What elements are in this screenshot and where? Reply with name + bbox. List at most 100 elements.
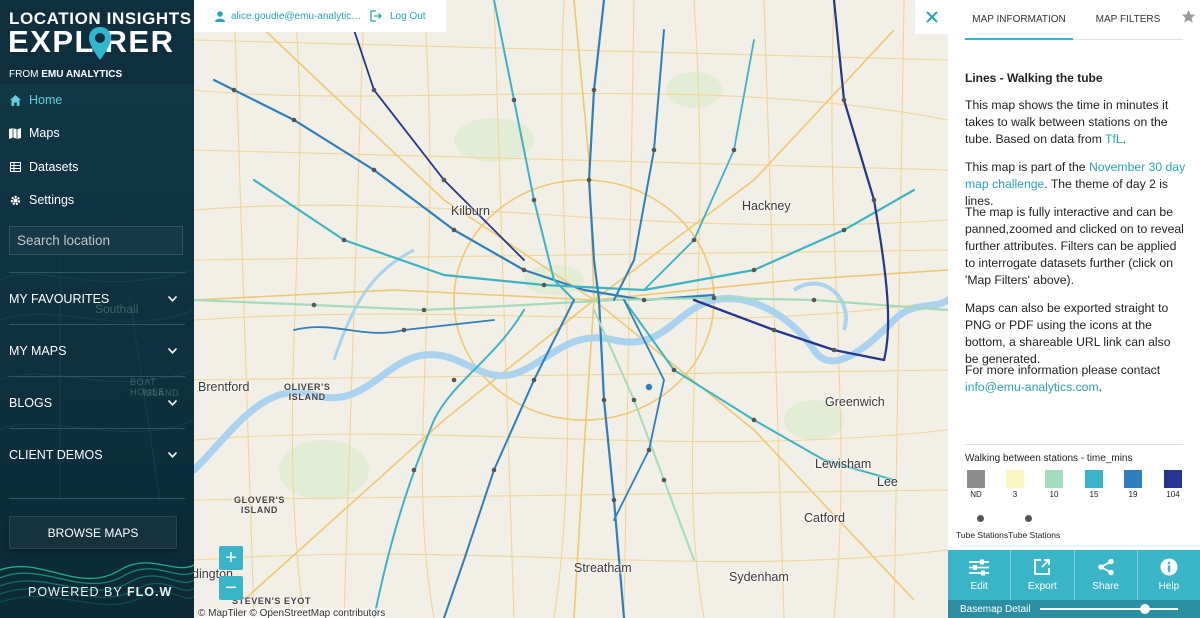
info-panel: MAP INFORMATION MAP FILTERS Lines - Walk… xyxy=(948,0,1200,618)
map-title: Lines - Walking the tube xyxy=(965,71,1103,85)
edit-label: Edit xyxy=(970,580,988,592)
legend-label: 15 xyxy=(1089,490,1099,499)
map-attribution[interactable]: © MapTiler © OpenStreetMap contributors xyxy=(198,608,386,618)
export-label: Export xyxy=(1027,581,1057,592)
tab-map-filters[interactable]: MAP FILTERS xyxy=(1073,0,1183,40)
zoom-out-button[interactable]: − xyxy=(219,576,243,600)
gear-icon xyxy=(9,194,21,206)
logout-icon xyxy=(370,10,382,22)
place-label: Streatham xyxy=(574,561,632,575)
place-label: Brentford xyxy=(198,380,250,394)
info-paragraph: This map shows the time in minutes it ta… xyxy=(965,98,1169,146)
place-label: Greenwich xyxy=(825,395,885,409)
info-icon xyxy=(1160,558,1178,576)
sliders-icon xyxy=(969,559,990,575)
nav-maps-label: Maps xyxy=(29,126,60,140)
legend-title: Walking between stations - time_mins xyxy=(965,453,1133,464)
tab-map-information[interactable]: MAP INFORMATION xyxy=(965,0,1073,40)
map-toolbar: Edit Export Share Help xyxy=(948,550,1200,600)
help-button[interactable]: Help xyxy=(1138,550,1200,600)
info-paragraph: The map is fully interactive and can be … xyxy=(965,205,1184,287)
search-location[interactable] xyxy=(9,226,194,255)
section-my-favourites[interactable]: MY FAVOURITES xyxy=(9,272,185,324)
user-bar: alice.goudie@emu-analytics.com Log Out xyxy=(194,0,446,32)
nav-datasets[interactable]: Datasets xyxy=(0,152,194,182)
station-dot-key xyxy=(1025,515,1032,522)
divider xyxy=(9,498,185,499)
close-icon xyxy=(925,11,938,23)
map-icon xyxy=(9,127,21,139)
basemap-detail-row: Basemap Detail xyxy=(948,600,1200,618)
station-key-label: Tube StationsTube Stations xyxy=(956,530,1061,540)
export-icon xyxy=(1034,559,1051,575)
export-button[interactable]: Export xyxy=(1011,550,1075,600)
section-my-maps[interactable]: MY MAPS xyxy=(9,324,185,376)
section-label: MY MAPS xyxy=(9,343,67,358)
share-icon xyxy=(1097,558,1114,576)
island-label: GLOVER'S ISLAND xyxy=(234,495,285,515)
legend-label: 19 xyxy=(1128,490,1138,499)
divider xyxy=(965,444,1183,445)
legend-swatch xyxy=(1085,470,1103,488)
section-label: BLOGS xyxy=(9,395,53,410)
powered-by: POWERED BY FLO.W xyxy=(28,585,173,599)
share-button[interactable]: Share xyxy=(1075,550,1138,600)
legend-label: 104 xyxy=(1166,490,1180,499)
map-canvas[interactable]: Kilburn Hackney Brentford Greenwich Lewi… xyxy=(194,0,948,618)
contact-email-link[interactable]: info@emu-analytics.com xyxy=(965,380,1099,394)
chevron-down-icon xyxy=(168,295,177,302)
nav-settings-label: Settings xyxy=(29,193,75,207)
info-paragraph: For more information please contact info… xyxy=(965,363,1161,394)
legend-swatch xyxy=(1045,470,1063,488)
island-label: OLIVER'S ISLAND xyxy=(284,382,331,402)
chevron-down-icon xyxy=(168,347,177,354)
legend-swatch xyxy=(967,470,985,488)
zoom-in-button[interactable]: + xyxy=(219,546,243,570)
app-logo[interactable]: LOCATION INSIGHTS EXPL RER FROM EMU ANAL… xyxy=(0,0,194,84)
logout-label: Log Out xyxy=(390,10,426,22)
edit-button[interactable]: Edit xyxy=(948,550,1012,600)
station-dot-key xyxy=(977,515,984,522)
place-label: Kilburn xyxy=(451,204,490,218)
browse-maps-button[interactable]: BROWSE MAPS xyxy=(9,516,177,549)
share-label: Share xyxy=(1092,581,1119,592)
basemap-detail-label: Basemap Detail xyxy=(960,603,1031,615)
nav-maps[interactable]: Maps xyxy=(0,118,194,148)
section-label: MY FAVOURITES xyxy=(9,291,110,306)
user-email[interactable]: alice.goudie@emu-analytics.com xyxy=(231,11,364,22)
favourite-star-icon[interactable] xyxy=(1181,9,1196,24)
table-icon xyxy=(9,161,21,173)
search-location-input[interactable] xyxy=(10,233,194,248)
close-panel-button[interactable] xyxy=(915,0,948,34)
chevron-down-icon xyxy=(168,451,177,458)
section-label: CLIENT DEMOS xyxy=(9,447,103,462)
nav-datasets-label: Datasets xyxy=(29,160,79,174)
section-blogs[interactable]: BLOGS xyxy=(9,376,185,428)
chevron-down-icon xyxy=(168,399,177,406)
basemap[interactable] xyxy=(194,0,948,618)
basemap-detail-slider[interactable] xyxy=(1040,604,1178,614)
tfl-link[interactable]: TfL xyxy=(1105,132,1123,146)
place-label: Sydenham xyxy=(729,570,789,584)
legend-label: 3 xyxy=(1012,490,1018,499)
place-label: Lee xyxy=(877,475,898,489)
place-label: Hackney xyxy=(742,199,791,213)
location-pin-icon xyxy=(89,27,111,60)
home-icon xyxy=(9,94,21,106)
basemap-slider-thumb[interactable] xyxy=(1139,604,1150,614)
user-icon xyxy=(215,10,225,22)
info-paragraph: This map is part of the November 30 day … xyxy=(965,160,1186,208)
legend-swatch xyxy=(1164,470,1182,488)
place-label: Catford xyxy=(804,511,845,525)
nav-settings[interactable]: Settings xyxy=(0,185,194,215)
info-paragraph: Maps can also be exported straight to PN… xyxy=(965,301,1171,366)
section-client-demos[interactable]: CLIENT DEMOS xyxy=(9,428,185,480)
place-label: Lewisham xyxy=(815,457,872,471)
island-label: STEVEN'S EYOT xyxy=(232,596,311,606)
help-label: Help xyxy=(1158,581,1180,592)
legend-label: 10 xyxy=(1049,490,1059,499)
logout-button[interactable]: Log Out xyxy=(370,10,426,22)
legend-label: ND xyxy=(970,490,982,499)
nav-home-label: Home xyxy=(29,93,63,107)
nav-home[interactable]: Home xyxy=(0,85,194,115)
